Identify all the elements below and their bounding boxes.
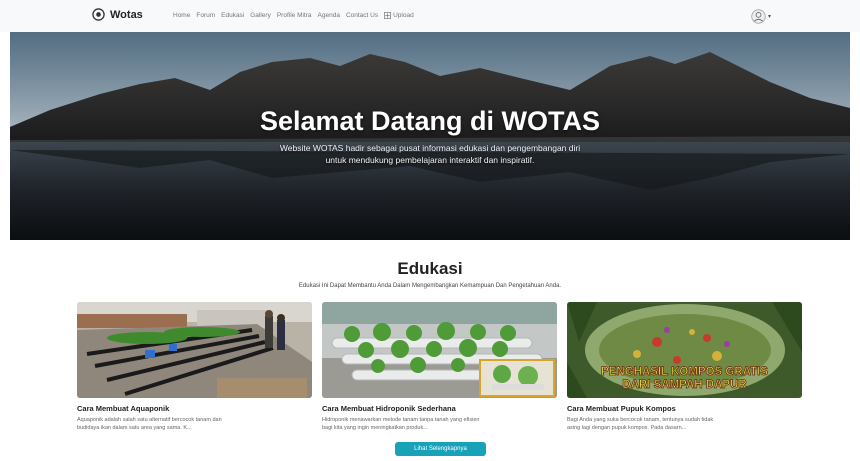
card-title[interactable]: Cara Membuat Hidroponik Sederhana — [322, 404, 557, 413]
kompos-image: PENGHASIL KOMPOS GRATIS DARI SAMPAH DAPU… — [567, 302, 802, 398]
nav-forum[interactable]: Forum — [196, 12, 215, 19]
card-title[interactable]: Cara Membuat Aquaponik — [77, 404, 312, 413]
section-title: Edukasi — [397, 259, 463, 278]
edukasi-card-hidroponik[interactable]: Cara Membuat Hidroponik Sederhana Hidrop… — [322, 302, 557, 432]
nav-agenda[interactable]: Agenda — [318, 12, 340, 19]
user-menu[interactable]: ▾ — [751, 9, 771, 24]
hero-subtitle-line-1: Website WOTAS hadir sebagai pusat inform… — [279, 143, 581, 153]
card-image[interactable]: PENGHASIL KOMPOS GRATIS DARI SAMPAH DAPU… — [567, 302, 802, 398]
nav-upload[interactable]: Upload — [384, 12, 414, 19]
upload-icon — [384, 12, 392, 19]
nav-profile-mitra[interactable]: Profile Mitra — [277, 12, 312, 19]
navbar: Wotas Home Forum Edukasi Gallery Profile… — [0, 0, 860, 32]
brand[interactable]: Wotas — [92, 8, 143, 21]
card-title[interactable]: Cara Membuat Pupuk Kompos — [567, 404, 802, 413]
nav-edukasi[interactable]: Edukasi — [221, 12, 244, 19]
card-excerpt: Bagi Anda yang suka bercocok tanam, tent… — [567, 416, 802, 432]
brand-name: Wotas — [110, 8, 143, 21]
chevron-down-icon: ▾ — [768, 14, 772, 20]
see-more-button[interactable]: Lihat Selengkapnya — [395, 442, 486, 456]
section-subtitle: Edukasi Ini Dapat Membantu Anda Dalam Me… — [298, 283, 562, 289]
nav-gallery[interactable]: Gallery — [250, 12, 271, 19]
avatar-icon — [751, 9, 766, 24]
card-excerpt-line-2: bagi kita yang ingin meningkatkan produk… — [322, 425, 428, 431]
nav-contact-us[interactable]: Contact Us — [346, 12, 378, 19]
card-excerpt-line-1: Bagi Anda yang suka bercocok tanam, tent… — [567, 417, 714, 423]
card-excerpt-line-1: Hidroponik menawarkan metode tanam tanpa… — [322, 417, 480, 423]
hero-banner: Selamat Datang di WOTAS Website WOTAS ha… — [10, 32, 850, 240]
nav-home[interactable]: Home — [173, 12, 190, 19]
nav-links: Home Forum Edukasi Gallery Profile Mitra… — [173, 12, 414, 19]
compost-caption-line-2: DARI SAMPAH DAPUR — [622, 379, 747, 391]
card-excerpt: Hidroponik menawarkan metode tanam tanpa… — [322, 416, 557, 432]
logo-icon — [92, 8, 105, 21]
hidroponik-image — [322, 302, 557, 398]
nav-upload-label: Upload — [393, 12, 414, 19]
hero-title: Selamat Datang di WOTAS — [259, 106, 601, 136]
card-image[interactable] — [322, 302, 557, 398]
aquaponik-image — [77, 302, 312, 398]
card-image[interactable] — [77, 302, 312, 398]
edukasi-card-aquaponik[interactable]: Cara Membuat Aquaponik Aquaponik adalah … — [77, 302, 312, 432]
card-excerpt-line-2: asing lagi dengan pupuk kompos. Pada das… — [567, 425, 687, 431]
card-excerpt-line-1: Aquaponik adalah salah satu alternatif b… — [77, 417, 222, 423]
compost-caption-line-1: PENGHASIL KOMPOS GRATIS — [601, 366, 768, 378]
hero-subtitle: Website WOTAS hadir sebagai pusat inform… — [10, 142, 850, 166]
edukasi-card-kompos[interactable]: PENGHASIL KOMPOS GRATIS DARI SAMPAH DAPU… — [567, 302, 802, 432]
card-excerpt: Aquaponik adalah salah satu alternatif b… — [77, 416, 312, 432]
hero-subtitle-line-2: untuk mendukung pembelajaran interaktif … — [325, 155, 535, 165]
card-excerpt-line-2: budidaya ikan dalam satu area yang sama.… — [77, 425, 192, 431]
